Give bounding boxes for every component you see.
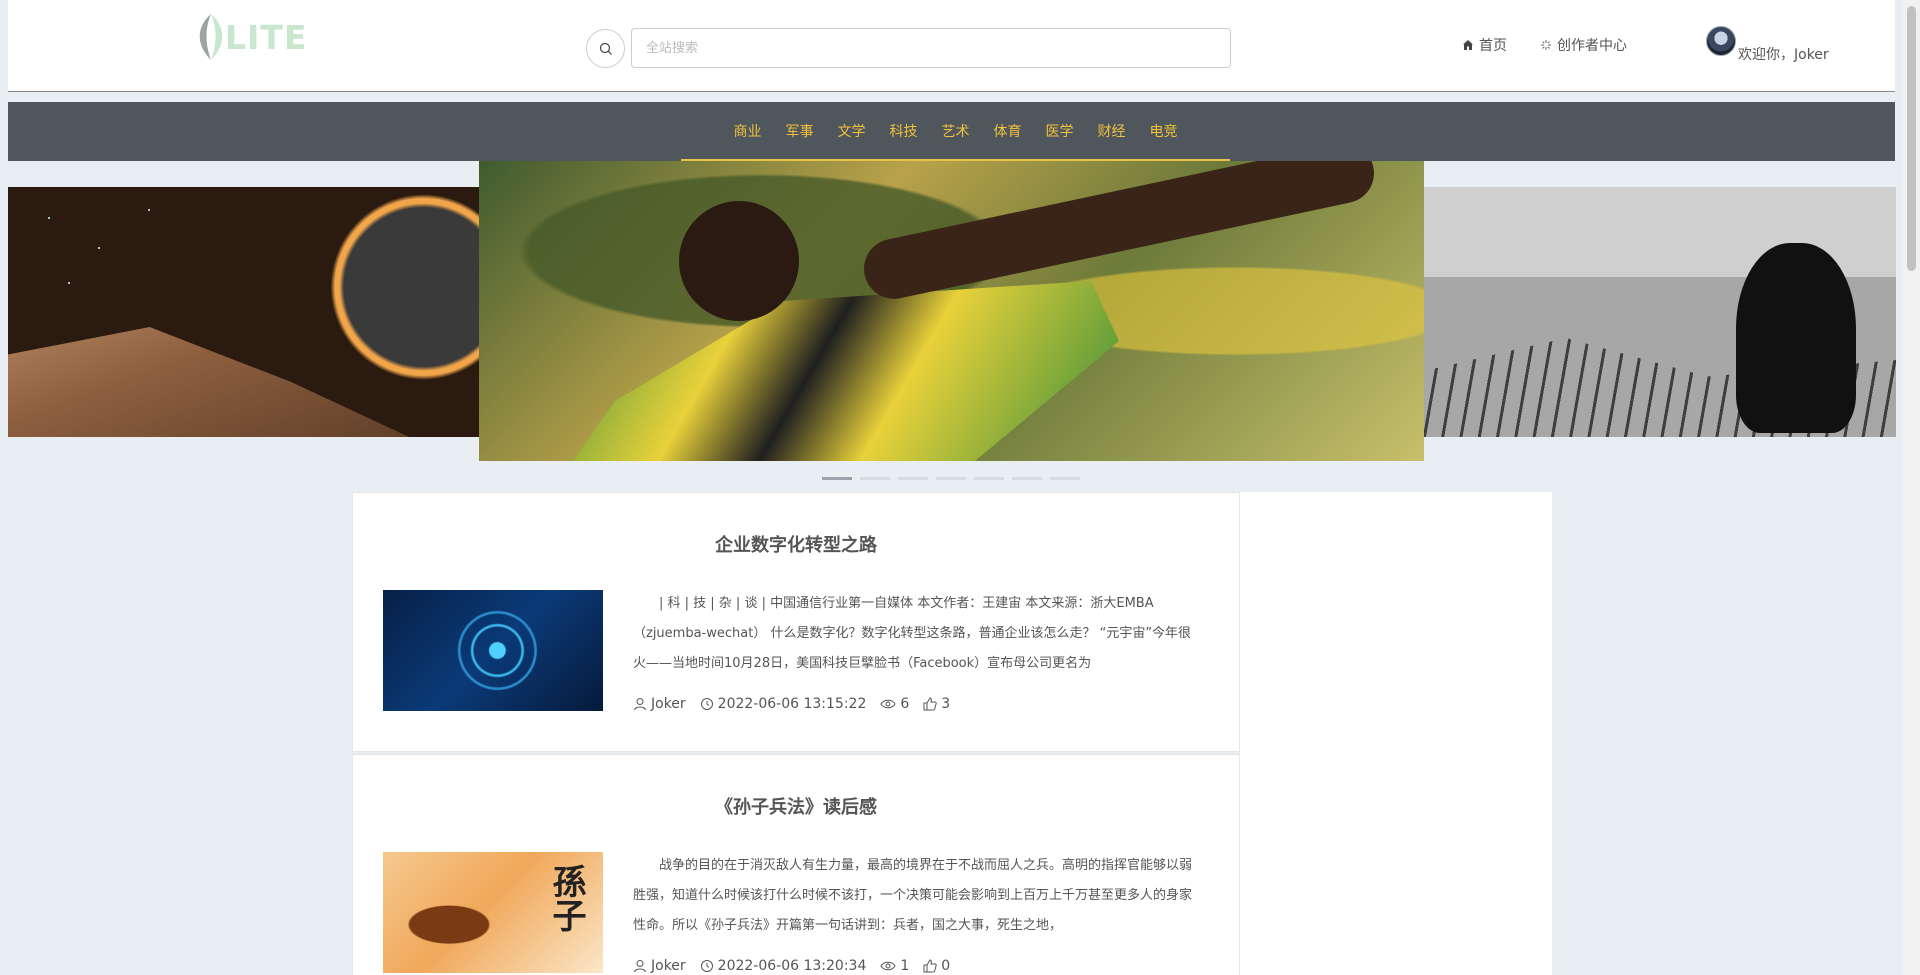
carousel-dot[interactable] (936, 477, 966, 480)
article-thumbnail[interactable] (383, 590, 603, 711)
site-header: LITE 首页 创作者中心 欢迎你，Joker (8, 0, 1895, 92)
clock-icon (700, 697, 714, 711)
category-sports[interactable]: 体育 (994, 121, 1022, 141)
welcome-text: 欢迎你，Joker (1738, 47, 1829, 63)
carousel-slide-prev[interactable] (8, 187, 480, 437)
nav-creator-center-link[interactable]: 创作者中心 (1540, 35, 1627, 55)
thumbs-up-icon[interactable] (923, 959, 937, 973)
article-card[interactable]: 企业数字化转型之路 | 科 | 技 | 杂 | 谈 | 中国通信行业第一自媒体 … (352, 492, 1240, 752)
article-card[interactable]: 《孙子兵法》读后感 孫子 战争的目的在于消灭敌人有生力量，最高的境界在于不战而屈… (352, 754, 1240, 975)
article-excerpt: | 科 | 技 | 杂 | 谈 | 中国通信行业第一自媒体 本文作者：王建宙 本… (633, 596, 1192, 671)
logo-text: LITE (225, 17, 308, 57)
carousel-dot[interactable] (1050, 477, 1080, 480)
banner-carousel (0, 161, 1920, 491)
eye-icon (880, 959, 896, 973)
leaf-logo-icon (191, 12, 231, 62)
thumbnail-calligraphy: 孫子 (546, 864, 586, 932)
nav-home-link[interactable]: 首页 (1462, 35, 1507, 55)
article-likes: 3 (941, 696, 951, 712)
category-esports[interactable]: 电竞 (1150, 121, 1178, 141)
category-literature[interactable]: 文学 (838, 121, 866, 141)
carousel-dot[interactable] (860, 477, 890, 480)
article-meta: Joker 2022-06-06 13:20:34 1 0 (633, 958, 950, 974)
article-time: 2022-06-06 13:20:34 (717, 958, 867, 974)
article-meta: Joker 2022-06-06 13:15:22 6 3 (633, 696, 950, 712)
sidebar-panel (1240, 492, 1552, 975)
article-views: 1 (900, 958, 910, 974)
portrait-image (1736, 243, 1856, 433)
category-technology[interactable]: 科技 (890, 121, 918, 141)
carousel-dot[interactable] (974, 477, 1004, 480)
category-finance[interactable]: 财经 (1098, 121, 1126, 141)
site-logo[interactable]: LITE (191, 12, 307, 62)
search-icon (599, 42, 612, 55)
article-title[interactable]: 《孙子兵法》读后感 (353, 793, 1239, 819)
carousel-dot[interactable] (1012, 477, 1042, 480)
eye-icon (880, 697, 896, 711)
athlete-arm-image (858, 161, 1380, 305)
search-button[interactable] (586, 29, 625, 68)
nav-creator-label: 创作者中心 (1557, 38, 1627, 54)
avatar[interactable] (1706, 26, 1736, 56)
carousel-indicators (822, 477, 1080, 480)
article-author: Joker (651, 696, 686, 712)
user-icon (633, 959, 647, 973)
article-author: Joker (651, 958, 686, 974)
carousel-dot[interactable] (898, 477, 928, 480)
carousel-slide-next[interactable] (1424, 187, 1896, 437)
search-input[interactable] (631, 28, 1231, 68)
category-business[interactable]: 商业 (734, 121, 762, 141)
article-views: 6 (900, 696, 910, 712)
article-list: 企业数字化转型之路 | 科 | 技 | 杂 | 谈 | 中国通信行业第一自媒体 … (352, 492, 1240, 975)
article-title[interactable]: 企业数字化转型之路 (353, 531, 1239, 557)
scrollbar-thumb[interactable] (1907, 6, 1916, 271)
clock-icon (700, 959, 714, 973)
page-scrollbar[interactable] (1903, 0, 1920, 975)
athlete-image (559, 281, 1119, 461)
user-menu[interactable]: 欢迎你，Joker (1706, 26, 1829, 64)
article-time: 2022-06-06 13:15:22 (717, 696, 867, 712)
category-list: 商业 军事 文学 科技 艺术 体育 医学 财经 电竞 (681, 102, 1230, 161)
nav-home-label: 首页 (1479, 38, 1507, 54)
carousel-dot[interactable] (822, 477, 852, 480)
home-icon (1463, 40, 1473, 50)
category-military[interactable]: 军事 (786, 121, 814, 141)
carousel-slide-active[interactable] (479, 161, 1424, 461)
category-medicine[interactable]: 医学 (1046, 121, 1074, 141)
user-icon (633, 697, 647, 711)
article-likes: 0 (941, 958, 951, 974)
planet-surface-image (8, 327, 410, 437)
category-bar: 商业 军事 文学 科技 艺术 体育 医学 财经 电竞 (8, 102, 1895, 161)
thumbs-up-icon[interactable] (923, 697, 937, 711)
article-thumbnail[interactable]: 孫子 (383, 852, 603, 973)
article-excerpt: 战争的目的在于消灭敌人有生力量，最高的境界在于不战而屈人之兵。高明的指挥官能够以… (633, 858, 1193, 933)
category-art[interactable]: 艺术 (942, 121, 970, 141)
spark-icon (1541, 40, 1551, 50)
athlete-head-image (679, 201, 799, 321)
